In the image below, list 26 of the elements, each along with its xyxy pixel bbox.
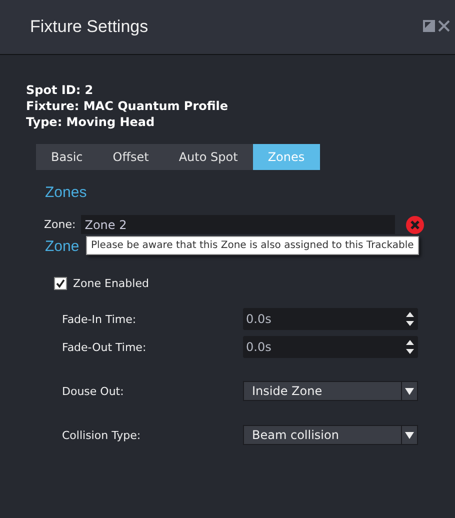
field-label: Fade-In Time: — [62, 312, 136, 326]
restore-icon[interactable] — [423, 20, 435, 32]
field-label: Douse Out: — [62, 384, 124, 398]
zone-label: Zone: — [44, 218, 76, 231]
error-icon[interactable] — [406, 216, 424, 234]
caret-icon — [405, 432, 414, 438]
zone-field[interactable]: Zone 2 — [80, 215, 395, 234]
field-label: Collision Type: — [62, 428, 141, 442]
tooltip: Please be aware that this Zone is also assigned to this Trackable — [86, 236, 419, 255]
close-icon[interactable] — [438, 20, 450, 32]
checkbox[interactable] — [54, 277, 67, 290]
info-line: Spot ID: 2 — [26, 82, 94, 98]
checkbox-label: Zone Enabled — [73, 277, 149, 290]
info-line: Type: Moving Head — [26, 114, 156, 130]
info-line: Fixture: MAC Quantum Profile — [26, 98, 230, 114]
spinner-arrows-icon[interactable] — [406, 340, 414, 354]
dropdown[interactable]: Beam collision — [243, 425, 418, 445]
section-heading: Zones — [45, 184, 87, 201]
spin-field[interactable]: 0.0s — [243, 336, 418, 358]
window-title: Fixture Settings — [30, 17, 148, 37]
spinner-arrows-icon[interactable] — [406, 312, 414, 326]
field-label: Fade-Out Time: — [62, 340, 146, 354]
spin-field[interactable]: 0.0s — [243, 308, 418, 330]
section-heading: Zone — [45, 238, 80, 255]
dropdown[interactable]: Inside Zone — [243, 381, 418, 401]
caret-icon — [405, 388, 414, 394]
